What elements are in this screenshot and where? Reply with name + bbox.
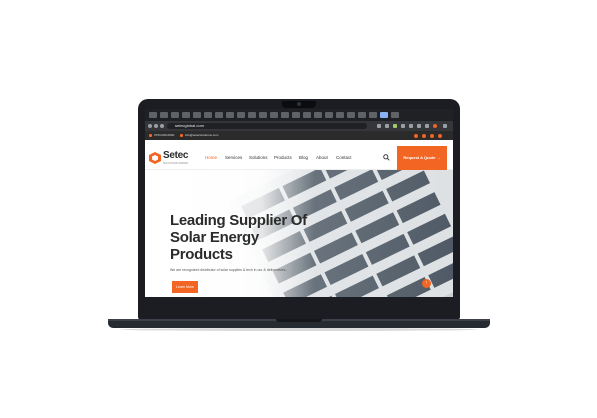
browser-tab[interactable]	[314, 112, 322, 118]
laptop-screen: setecglobal.com 0703-000-0000 info@setec…	[145, 109, 453, 297]
learn-more-button[interactable]: Learn More	[172, 281, 198, 293]
instagram-icon[interactable]	[438, 134, 442, 138]
hero-title-line: Leading Supplier Of	[170, 212, 307, 229]
laptop-opening-notch	[276, 319, 322, 322]
browser-tab[interactable]	[215, 112, 223, 118]
browser-tab[interactable]	[281, 112, 289, 118]
browser-tab[interactable]	[193, 112, 201, 118]
phone-number[interactable]: 0703-000-0000	[154, 131, 174, 140]
email-address[interactable]: info@setecsolutions.com	[185, 131, 218, 140]
back-icon[interactable]	[148, 124, 152, 128]
browser-tab[interactable]	[336, 112, 344, 118]
laptop-mockup: setecglobal.com 0703-000-0000 info@setec…	[0, 0, 597, 418]
browser-tab[interactable]	[226, 112, 234, 118]
profile-avatar[interactable]	[433, 124, 437, 128]
browser-tab[interactable]	[182, 112, 190, 118]
hero-title-line: Products	[170, 246, 233, 263]
request-quote-button[interactable]: Request A Quote →	[397, 146, 447, 170]
browser-tab[interactable]	[204, 112, 212, 118]
scroll-up-icon[interactable]: ↑	[422, 279, 431, 288]
browser-tab[interactable]	[149, 112, 157, 118]
extension-icon[interactable]	[409, 124, 413, 128]
brand-name[interactable]: Setec	[163, 150, 188, 161]
hero-title-line: Solar Energy	[170, 229, 259, 246]
browser-tab[interactable]	[237, 112, 245, 118]
nav-home[interactable]: Home	[205, 155, 217, 160]
extension-icon[interactable]	[393, 124, 397, 128]
linkedin-icon[interactable]	[430, 134, 434, 138]
browser-tab[interactable]	[391, 112, 399, 118]
extension-icon[interactable]	[385, 124, 389, 128]
browser-tab[interactable]	[303, 112, 311, 118]
search-icon[interactable]	[383, 154, 390, 161]
browser-tab[interactable]	[325, 112, 333, 118]
facebook-icon[interactable]	[414, 134, 418, 138]
hero-subtitle: We are recognized distributor of solar s…	[170, 268, 287, 272]
extension-icon[interactable]	[417, 124, 421, 128]
browser-tab-active[interactable]	[380, 112, 388, 118]
twitter-icon[interactable]	[422, 134, 426, 138]
browser-tab[interactable]	[171, 112, 179, 118]
setec-logo-icon[interactable]	[149, 152, 161, 164]
browser-tab[interactable]	[259, 112, 267, 118]
extension-icon[interactable]	[377, 124, 381, 128]
browser-tab[interactable]	[347, 112, 355, 118]
browser-tab[interactable]	[248, 112, 256, 118]
url-text: setecglobal.com	[175, 123, 204, 128]
browser-tab[interactable]	[369, 112, 377, 118]
forward-icon[interactable]	[154, 124, 158, 128]
nav-products[interactable]: Products	[274, 155, 292, 160]
nav-solutions[interactable]: Solutions	[249, 155, 268, 160]
extension-icon[interactable]	[401, 124, 405, 128]
browser-menu-icon[interactable]	[443, 124, 447, 128]
extension-icon[interactable]	[425, 124, 429, 128]
camera-icon	[297, 102, 301, 106]
nav-services[interactable]: Services	[225, 155, 242, 160]
browser-tab[interactable]	[160, 112, 168, 118]
laptop-shadow	[120, 328, 478, 331]
browser-tab[interactable]	[292, 112, 300, 118]
email-icon	[180, 134, 183, 137]
nav-contact[interactable]: Contact	[336, 155, 352, 160]
nav-blog[interactable]: Blog	[299, 155, 308, 160]
brand-tagline: SOLUTIONS LIMITED	[163, 162, 189, 165]
nav-about[interactable]: About	[316, 155, 328, 160]
phone-icon	[149, 134, 152, 137]
browser-tab[interactable]	[358, 112, 366, 118]
reload-icon[interactable]	[160, 124, 164, 128]
browser-tab[interactable]	[270, 112, 278, 118]
